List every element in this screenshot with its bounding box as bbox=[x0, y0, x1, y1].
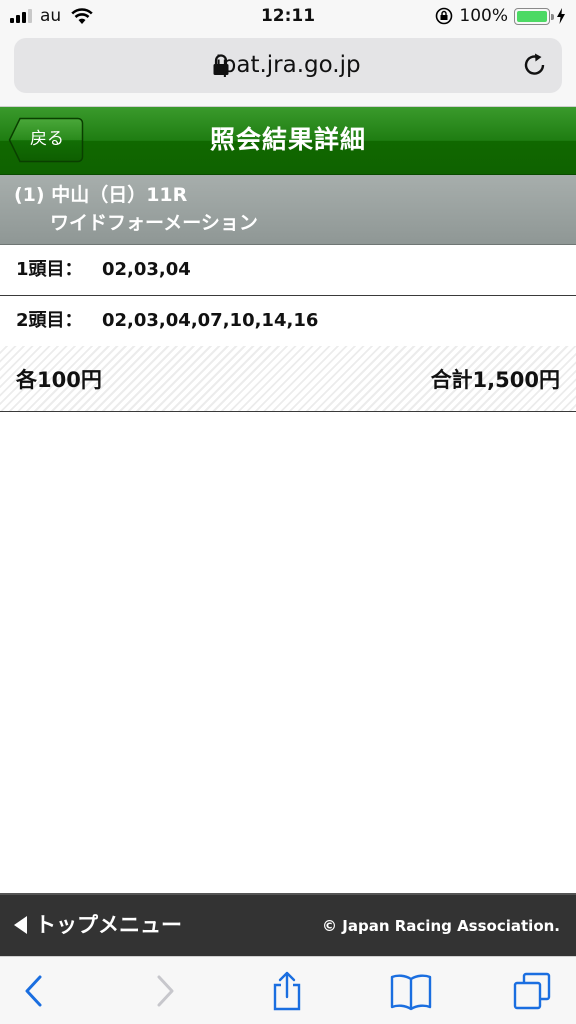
bet-type: ワイドフォーメーション bbox=[50, 212, 258, 234]
top-menu-label: トップメニュー bbox=[35, 913, 182, 937]
browser-address-area: ipat.jra.go.jp bbox=[0, 32, 576, 107]
title-bar: 戻る 照会結果詳細 bbox=[0, 107, 576, 175]
selection-value: 02,03,04,07,10,14,16 bbox=[102, 310, 319, 331]
charging-icon bbox=[557, 8, 565, 24]
battery-percent: 100% bbox=[459, 6, 508, 26]
footer-bar: トップメニュー © Japan Racing Association. bbox=[0, 893, 576, 956]
selection-label: 2頭目： bbox=[16, 310, 83, 331]
copyright: © Japan Racing Association. bbox=[322, 917, 560, 935]
browser-toolbar bbox=[0, 956, 576, 1024]
race-info: (1) 中山（日）11R bbox=[14, 184, 188, 206]
reload-icon[interactable] bbox=[522, 52, 548, 78]
left-triangle-icon bbox=[14, 916, 27, 934]
share-icon[interactable] bbox=[267, 971, 307, 1011]
totals-row: 各100円 合計1,500円 bbox=[0, 346, 576, 412]
total-amount: 合計1,500円 bbox=[430, 368, 560, 392]
bookmarks-icon[interactable] bbox=[389, 971, 433, 1011]
selection-label: 1頭目： bbox=[16, 259, 83, 280]
top-menu-link[interactable]: トップメニュー bbox=[14, 912, 182, 938]
selection-row-1: 1頭目： 02,03,04 bbox=[0, 245, 576, 296]
battery-icon bbox=[514, 7, 554, 25]
status-bar: au 12:11 100% bbox=[0, 0, 576, 32]
address-bar[interactable]: ipat.jra.go.jp bbox=[14, 38, 562, 93]
status-right: 100% bbox=[435, 5, 566, 27]
selection-row-2: 2頭目： 02,03,04,07,10,14,16 bbox=[0, 296, 576, 347]
per-bet-amount: 各100円 bbox=[16, 368, 102, 392]
tabs-icon[interactable] bbox=[512, 971, 552, 1011]
page-title: 照会結果詳細 bbox=[209, 125, 366, 154]
selection-value: 02,03,04 bbox=[102, 259, 191, 280]
rotation-lock-icon bbox=[436, 7, 453, 25]
forward-icon[interactable] bbox=[143, 971, 183, 1011]
url-text: ipat.jra.go.jp bbox=[215, 52, 361, 78]
back-icon[interactable] bbox=[16, 971, 56, 1011]
race-header: (1) 中山（日）11R ワイドフォーメーション bbox=[0, 175, 576, 245]
